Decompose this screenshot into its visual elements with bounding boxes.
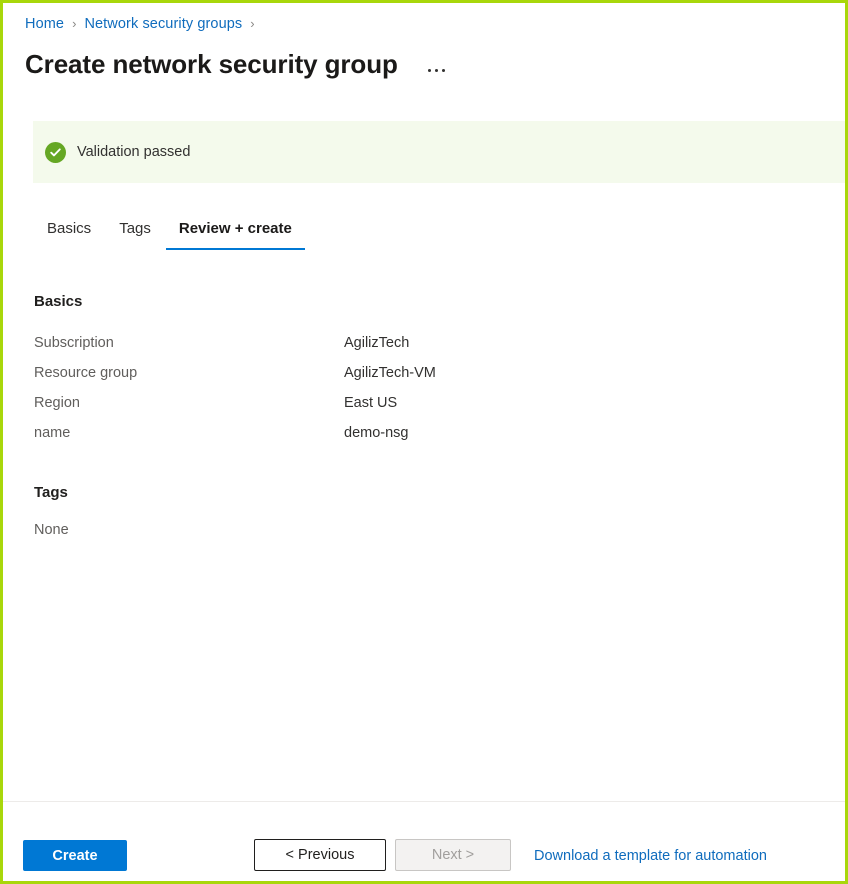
property-value-subscription: AgilizTech	[344, 333, 409, 353]
azure-portal-blade: Home › Network security groups › Create …	[0, 0, 848, 884]
wizard-tabs: Basics Tags Review + create	[33, 214, 306, 250]
ellipsis-dot-1	[428, 69, 431, 72]
property-value-region: East US	[344, 393, 397, 413]
title-row: Create network security group	[25, 47, 445, 81]
property-value-name: demo-nsg	[344, 423, 408, 443]
table-row: name demo-nsg	[34, 418, 436, 448]
tab-tags-label: Tags	[119, 220, 151, 237]
tab-review-create-label: Review + create	[179, 220, 292, 237]
next-button-label: Next >	[432, 847, 474, 863]
tags-empty-text: None	[34, 520, 69, 540]
basics-review-section: Basics Subscription AgilizTech Resource …	[34, 292, 436, 448]
breadcrumb-item-network-security-groups[interactable]: Network security groups	[84, 15, 242, 33]
page-title: Create network security group	[25, 47, 398, 81]
breadcrumb: Home › Network security groups ›	[25, 15, 263, 33]
tags-section-heading: Tags	[34, 483, 69, 503]
next-button: Next >	[395, 839, 511, 871]
validation-banner: Validation passed	[33, 121, 845, 183]
validation-status-text: Validation passed	[77, 142, 190, 162]
ellipsis-dot-2	[435, 69, 438, 72]
table-row: Region East US	[34, 388, 436, 418]
previous-button-label: < Previous	[286, 847, 355, 863]
chevron-right-icon-2: ›	[250, 15, 254, 33]
property-label-region: Region	[34, 393, 344, 413]
breadcrumb-item-home[interactable]: Home	[25, 15, 64, 33]
table-row: Resource group AgilizTech-VM	[34, 358, 436, 388]
create-button[interactable]: Create	[23, 840, 127, 871]
tab-review-create[interactable]: Review + create	[165, 214, 306, 250]
previous-button[interactable]: < Previous	[254, 839, 386, 871]
tab-tags[interactable]: Tags	[105, 214, 165, 250]
ellipsis-dot-3	[442, 69, 445, 72]
download-template-link[interactable]: Download a template for automation	[534, 846, 767, 866]
create-button-label: Create	[52, 848, 97, 864]
property-value-resource-group: AgilizTech-VM	[344, 363, 436, 383]
tab-basics[interactable]: Basics	[33, 214, 105, 250]
wizard-footer: Create < Previous Next > Download a temp…	[3, 802, 845, 881]
chevron-right-icon: ›	[72, 15, 76, 33]
property-label-resource-group: Resource group	[34, 363, 344, 383]
tab-basics-label: Basics	[47, 220, 91, 237]
basics-section-heading: Basics	[34, 292, 436, 312]
property-label-name: name	[34, 423, 344, 443]
table-row: Subscription AgilizTech	[34, 328, 436, 358]
tags-review-section: Tags None	[34, 483, 69, 540]
download-template-link-label: Download a template for automation	[534, 848, 767, 864]
more-actions-icon[interactable]	[428, 50, 445, 78]
check-circle-icon	[45, 142, 66, 163]
property-label-subscription: Subscription	[34, 333, 344, 353]
basics-properties-list: Subscription AgilizTech Resource group A…	[34, 328, 436, 448]
